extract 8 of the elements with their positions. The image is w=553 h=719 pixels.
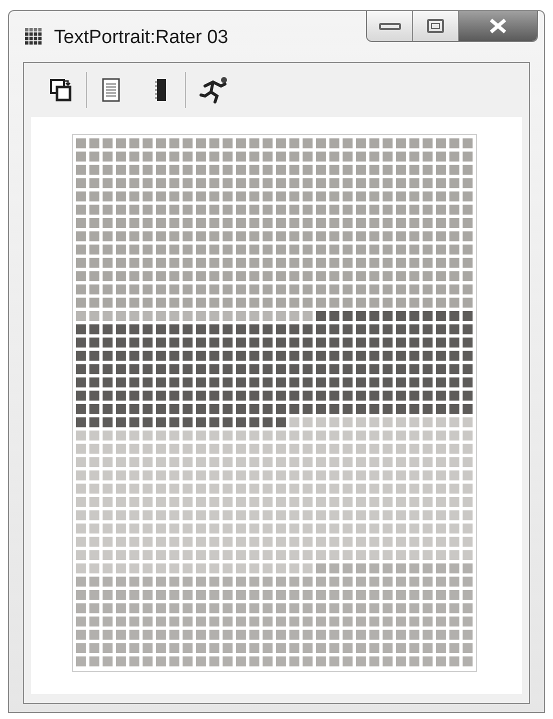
app-grid-icon xyxy=(25,28,42,45)
window-title: TextPortrait:Rater 03 xyxy=(54,26,228,50)
close-icon xyxy=(488,18,508,34)
maximize-button[interactable] xyxy=(413,11,459,41)
copy-icon[interactable] xyxy=(48,76,74,104)
minimize-button[interactable] xyxy=(367,11,413,41)
close-button[interactable] xyxy=(459,11,537,41)
running-person-icon[interactable] xyxy=(198,75,230,105)
